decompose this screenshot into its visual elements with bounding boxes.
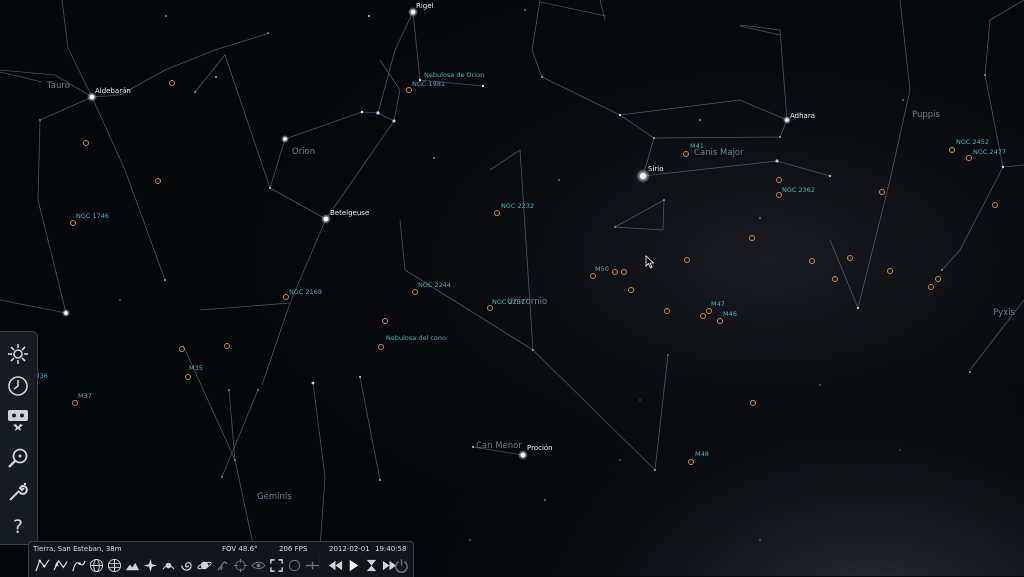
- dso-label-ngc1981[interactable]: NGC 1981: [412, 80, 445, 88]
- planet-hints-icon[interactable]: [196, 557, 212, 573]
- ocular-icon[interactable]: [304, 557, 320, 573]
- constellation-label-puppis: Puppis: [912, 110, 941, 120]
- quit-icon[interactable]: [393, 557, 409, 573]
- search-magnifier-icon[interactable]: [4, 444, 32, 472]
- atmosphere-icon[interactable]: [160, 557, 176, 573]
- date-status: 2012-02-01: [329, 545, 370, 553]
- star-label-rigel[interactable]: Rigel: [416, 2, 434, 10]
- constellation-label-geminis: Géminis: [257, 491, 292, 502]
- dso-label-ngc2362[interactable]: NGC 2362: [782, 186, 815, 194]
- fullscreen-icon[interactable]: [268, 557, 284, 573]
- dso-label-m37[interactable]: M37: [78, 392, 92, 400]
- equatorial-mount-icon[interactable]: [214, 557, 230, 573]
- fov-status: FOV 48.6°: [222, 545, 258, 553]
- play-icon[interactable]: [345, 557, 361, 573]
- configuration-wrench-icon[interactable]: [4, 478, 32, 506]
- dso-label-ngc2452[interactable]: NGC 2452: [956, 138, 989, 146]
- star-label-procion[interactable]: Proción: [527, 444, 553, 452]
- dso-label-nebulosa-cono[interactable]: Nebulosa del cono: [386, 334, 446, 342]
- equatorial-grid-icon[interactable]: [88, 557, 104, 573]
- dso-label-m41[interactable]: M41: [690, 142, 704, 150]
- constellation-lines-icon[interactable]: [34, 557, 50, 573]
- dso-label-m35[interactable]: M35: [189, 364, 203, 372]
- constellation-labels-icon[interactable]: A: [52, 557, 68, 573]
- fps-status: 206 FPS: [279, 545, 308, 553]
- dso-label-m48[interactable]: M48: [695, 450, 709, 458]
- star-label-aldebaran[interactable]: Aldebarán: [95, 87, 131, 95]
- star-label-betelgeuse[interactable]: Betelgeuse: [330, 209, 369, 217]
- constellation-art-icon[interactable]: [70, 557, 86, 573]
- rewind-icon[interactable]: [327, 557, 343, 573]
- star-label-sirio[interactable]: Sirio: [648, 165, 664, 173]
- azimuthal-grid-icon[interactable]: [106, 557, 122, 573]
- date-time-clock-icon[interactable]: [4, 372, 32, 400]
- sky-viewing-options-icon[interactable]: [4, 340, 32, 368]
- bottom-toolbar: Tierra, San Esteban, 38m FOV 48.6° 206 F…: [28, 541, 414, 577]
- constellation-label-tauro: Tauro: [46, 81, 70, 91]
- center-selected-icon[interactable]: [232, 557, 248, 573]
- dso-label-nebulosa-orion[interactable]: Nebulosa de Orion: [424, 71, 484, 79]
- time-status: 19:40:58: [375, 545, 407, 553]
- dso-label-ngc2232[interactable]: NGC 2232: [501, 202, 534, 210]
- star-label-adhara[interactable]: Adhara: [790, 112, 815, 120]
- night-mode-icon[interactable]: [250, 557, 266, 573]
- constellation-label-pyxis: Pyxis: [993, 308, 1016, 318]
- dso-label-ngc1746[interactable]: NGC 1746: [76, 212, 109, 220]
- dso-label-ngc2237[interactable]: NGC 2237: [492, 298, 525, 306]
- dso-label-ngc2169[interactable]: NGC 2169: [289, 288, 322, 296]
- cardinal-points-icon[interactable]: [142, 557, 158, 573]
- sky-view[interactable]: Rigel Aldebarán Betelgeuse Sirio Adhara …: [0, 0, 1024, 576]
- dso-label-ngc2477[interactable]: NGC 2477: [973, 148, 1006, 156]
- dso-label-m46[interactable]: M46: [723, 310, 737, 318]
- svg-text:?: ?: [13, 516, 23, 537]
- dso-label-m50[interactable]: M50: [595, 265, 609, 273]
- now-icon[interactable]: [363, 557, 379, 573]
- ground-icon[interactable]: [124, 557, 140, 573]
- location-status: Tierra, San Esteban, 38m: [33, 545, 122, 553]
- dso-label-m47[interactable]: M47: [711, 300, 725, 308]
- constellation-label-orion: Orion: [292, 147, 315, 157]
- nebulae-icon[interactable]: [178, 557, 194, 573]
- svg-text:A: A: [54, 562, 58, 568]
- sky-culture-icon[interactable]: [4, 406, 32, 434]
- satellites-icon[interactable]: [286, 557, 302, 573]
- constellation-label-can-menor: Can Menor: [476, 441, 522, 451]
- left-sidebar: ?: [0, 331, 38, 545]
- help-icon[interactable]: ?: [4, 512, 32, 540]
- dso-label-ngc2244[interactable]: NGC 2244: [418, 281, 451, 289]
